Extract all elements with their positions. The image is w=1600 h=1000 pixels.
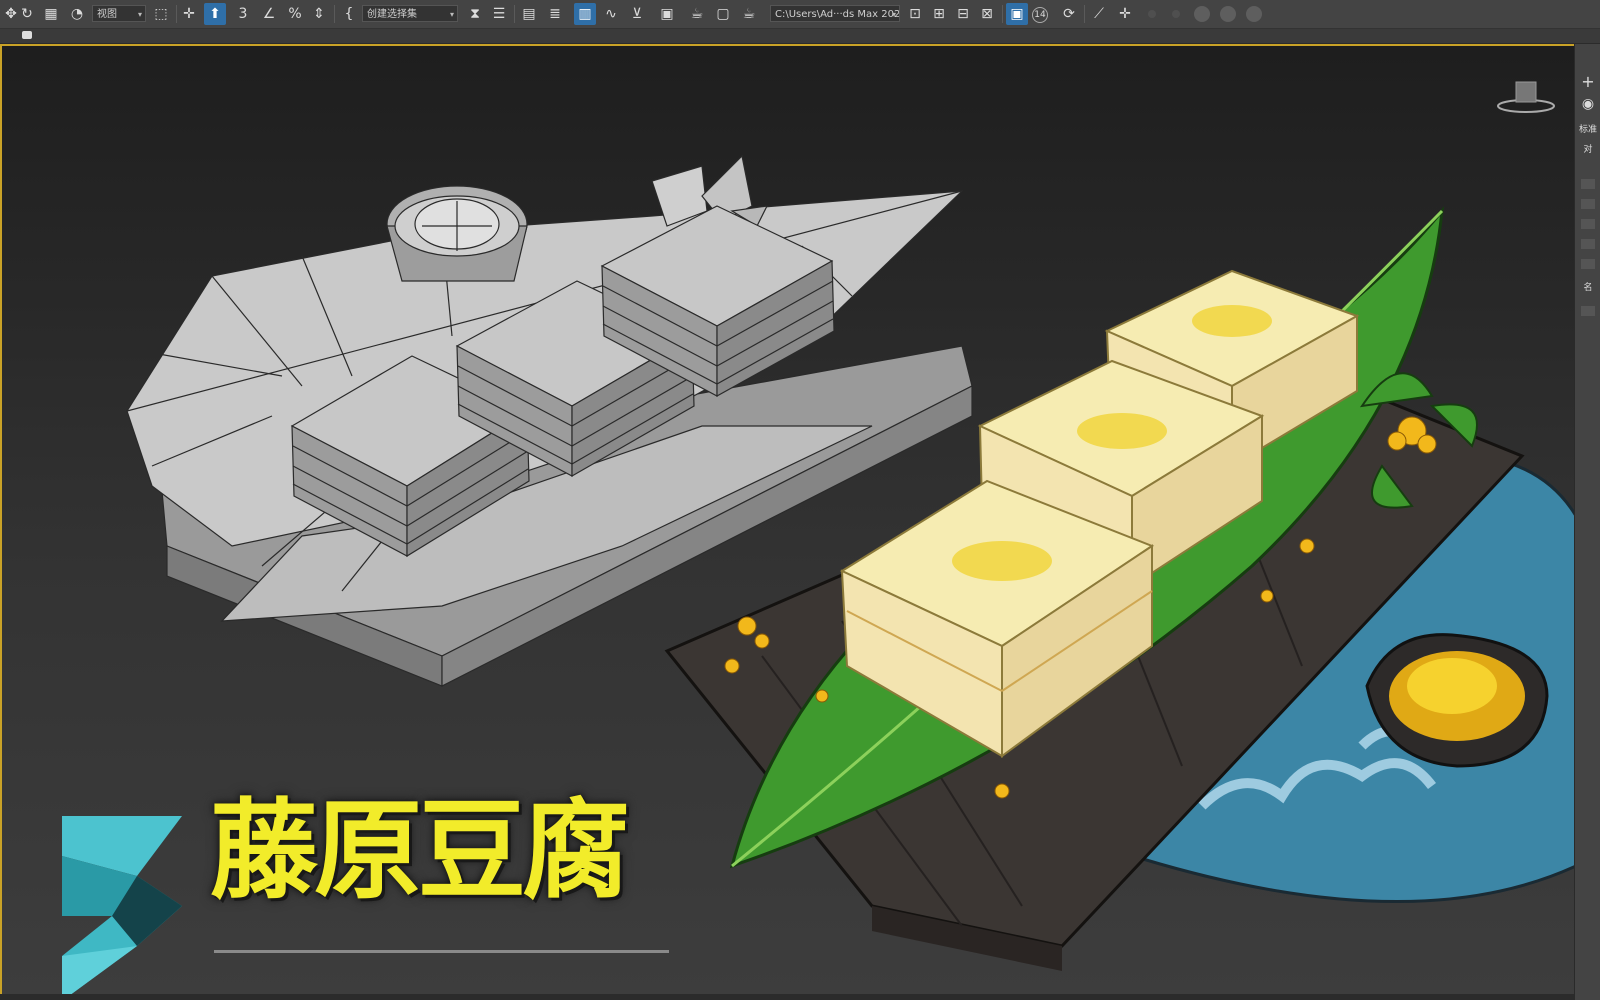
object-button[interactable] (1581, 219, 1595, 229)
scene-explorer-icon[interactable]: ≣ (544, 3, 566, 25)
select-rotate-icon[interactable]: ⬆ (204, 3, 226, 25)
viewport-icon[interactable]: ⊡ (904, 3, 926, 25)
separator (334, 5, 335, 23)
name-color-rollout[interactable]: 名 (1578, 280, 1598, 293)
percent-snap-icon[interactable]: % (284, 3, 306, 25)
name-field[interactable] (1581, 306, 1595, 316)
circle-button[interactable] (1246, 6, 1262, 22)
undo-icon[interactable]: ↻ (16, 3, 38, 25)
project-path-dropdown[interactable]: C:\Users\Ad···ds Max 2024 ▾ (770, 5, 900, 22)
plus-tool-icon[interactable]: ✛ (1114, 3, 1136, 25)
view-dropdown[interactable]: 视图 ▾ (92, 5, 146, 22)
viewcube-icon[interactable] (1496, 76, 1556, 116)
select-object-icon[interactable]: ◔ (66, 3, 88, 25)
command-panel: + ◉ 标准 对 名 (1574, 44, 1600, 1000)
link-icon[interactable]: ⬚ (150, 3, 172, 25)
counter-badge[interactable]: 14 (1032, 7, 1048, 23)
brush-icon[interactable]: ⟋ (1088, 3, 1110, 25)
collapse-icon[interactable]: ⊟ (952, 3, 974, 25)
refresh-icon[interactable]: ⟳ (1058, 3, 1080, 25)
material-editor-icon[interactable]: ▣ (656, 3, 678, 25)
schematic-view-icon[interactable]: ⊻ (626, 3, 648, 25)
named-selection-icon[interactable]: { (338, 3, 360, 25)
render-setup-icon[interactable]: ☕ (686, 3, 708, 25)
layer-manager-icon[interactable]: ▤ (518, 3, 540, 25)
standard-primitives-label[interactable]: 标准 (1578, 122, 1598, 135)
title-underline (214, 950, 669, 953)
3ds-max-logo-icon (62, 816, 182, 994)
viewport-menu-icon[interactable] (22, 31, 32, 39)
rendered-frame-icon[interactable]: ▢ (712, 3, 734, 25)
circle-button[interactable] (1220, 6, 1236, 22)
separator (514, 5, 515, 23)
spinner-snap-icon[interactable]: ⇕ (308, 3, 330, 25)
overlay-title: 藤原豆腐 (210, 789, 630, 914)
container-icon[interactable]: ⊞ (928, 3, 950, 25)
viewport-label-bar (0, 29, 1600, 43)
save-scene-icon[interactable]: ▣ (1006, 3, 1028, 25)
sphere-icon[interactable]: ◉ (1578, 96, 1598, 112)
snap-3d-icon[interactable]: 3 (232, 3, 254, 25)
dot-button[interactable] (1172, 10, 1180, 18)
object-button[interactable] (1581, 179, 1595, 189)
move-icon[interactable]: ✛ (178, 3, 200, 25)
dot-button[interactable] (1148, 10, 1156, 18)
select-region-icon[interactable]: ▦ (40, 3, 62, 25)
object-button[interactable] (1581, 199, 1595, 209)
circle-button[interactable] (1194, 6, 1210, 22)
object-button[interactable] (1581, 239, 1595, 249)
curve-editor-icon[interactable]: ∿ (600, 3, 622, 25)
mirror-icon[interactable]: ⧗ (464, 3, 486, 25)
separator (1084, 5, 1085, 23)
open-container-icon[interactable]: ⊠ (976, 3, 998, 25)
separator (176, 5, 177, 23)
create-tab[interactable]: + (1578, 72, 1598, 91)
main-toolbar: ✥ ↻ ▦ ◔ 视图 ▾ ⬚ ✛ ⬆ 3 ∠ % ⇕ { 创建选择集 ▾ ⧗ ☰ ▤… (0, 0, 1600, 29)
selection-set-dropdown[interactable]: 创建选择集 ▾ (362, 5, 458, 22)
ribbon-icon[interactable]: ▥ (574, 3, 596, 25)
render-icon[interactable]: ☕ (738, 3, 760, 25)
object-button[interactable] (1581, 259, 1595, 269)
separator (1002, 5, 1003, 23)
object-type-rollout[interactable]: 对 (1578, 142, 1598, 155)
perspective-viewport[interactable]: 藤原豆腐 (0, 44, 1574, 994)
align-icon[interactable]: ☰ (488, 3, 510, 25)
angle-snap-icon[interactable]: ∠ (258, 3, 280, 25)
